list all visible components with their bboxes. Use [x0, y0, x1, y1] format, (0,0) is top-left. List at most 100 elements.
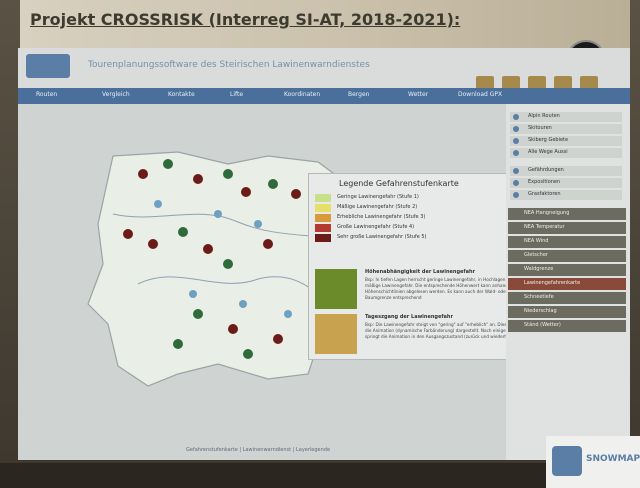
danger-marker[interactable]: [148, 239, 158, 249]
sidebar-button[interactable]: Gletscher: [508, 250, 626, 262]
safe-marker[interactable]: [163, 159, 173, 169]
legend-row: Erhebliche Lawinengefahr (Stufe 3): [315, 214, 535, 223]
safe-marker[interactable]: [178, 227, 188, 237]
nav-item-koordinaten[interactable]: Koordinaten: [284, 91, 320, 98]
sidebar-button-label: Niederschlag: [524, 308, 557, 314]
sidebar-item-label: Expositionen: [528, 179, 561, 185]
sidebar-button-label: NEA Temperatur: [524, 224, 565, 230]
legend-row: Mäßige Lawinengefahr (Stufe 2): [315, 204, 535, 213]
sidebar-item-label: Gefährdungen: [528, 167, 564, 173]
sidebar-button[interactable]: NEA Wind: [508, 236, 626, 248]
layer-icon: [513, 114, 519, 120]
nav-item-routen[interactable]: Routen: [36, 91, 57, 98]
sidebar-item[interactable]: Skiberg Gebiete: [510, 136, 622, 146]
daily-trend-figure: [315, 314, 357, 354]
legend-swatch: [315, 194, 331, 202]
danger-marker[interactable]: [203, 244, 213, 254]
danger-marker[interactable]: [228, 324, 238, 334]
legend-swatch: [315, 234, 331, 242]
layer-icon: [513, 150, 519, 156]
sidebar-button-label: Lawinengefahrenkarte: [524, 280, 581, 286]
sidebar-button-label: NEA Hangneigung: [524, 210, 570, 216]
danger-marker[interactable]: [273, 334, 283, 344]
sidebar-item[interactable]: Grasfaktoren: [510, 190, 622, 200]
sidebar-button[interactable]: Schneetiefe: [508, 292, 626, 304]
info-marker[interactable]: [254, 220, 262, 228]
sidebar-item[interactable]: Alle Wege Aussi: [510, 148, 622, 158]
legend-section-title: Höhenabhängigkeit der Lawinengefahr: [365, 269, 475, 275]
right-sidebar: Alpin Routen Skitouren Skiberg Gebiete A…: [506, 104, 630, 460]
danger-marker[interactable]: [263, 239, 273, 249]
info-marker[interactable]: [239, 300, 247, 308]
sidebar-item-label: Alle Wege Aussi: [528, 149, 568, 155]
nav-item-download-gpx[interactable]: Download GPX: [458, 91, 502, 98]
sidebar-item[interactable]: Expositionen: [510, 178, 622, 188]
danger-marker[interactable]: [123, 229, 133, 239]
legend-title: Legende Gefahrenstufenkarte: [339, 179, 459, 188]
sidebar-item-label: Grasfaktoren: [528, 191, 561, 197]
safe-marker[interactable]: [268, 179, 278, 189]
sidebar-button-label: Waldgrenze: [524, 266, 554, 272]
info-marker[interactable]: [189, 290, 197, 298]
sidebar-item-label: Alpin Routen: [528, 113, 560, 119]
legend-row: Geringe Lawinengefahr (Stufe 1): [315, 194, 535, 203]
safe-marker[interactable]: [173, 339, 183, 349]
app-logo-icon: [26, 54, 70, 78]
layer-icon: [513, 180, 519, 186]
legend-label: Große Lawinengefahr (Stufe 4): [337, 224, 415, 230]
safe-marker[interactable]: [223, 169, 233, 179]
app-header: Tourenplanungssoftware des Steirischen L…: [18, 48, 630, 90]
snowmaps-logo: SNOWMAPS: [546, 436, 640, 488]
safe-marker[interactable]: [193, 309, 203, 319]
map-footer: Gefahrenstufenkarte | Lawinenwarndienst …: [186, 447, 331, 453]
legend-swatch: [315, 224, 331, 232]
sidebar-item[interactable]: Skitouren: [510, 124, 622, 134]
projected-app-screen: Tourenplanungssoftware des Steirischen L…: [18, 48, 640, 488]
nav-item-kontakte[interactable]: Kontakte: [168, 91, 195, 98]
sidebar-button-label: Schneetiefe: [524, 294, 554, 300]
sidebar-button[interactable]: Niederschlag: [508, 306, 626, 318]
legend-swatch: [315, 214, 331, 222]
legend-label: Mäßige Lawinengefahr (Stufe 2): [337, 204, 418, 210]
elevation-figure: [315, 269, 357, 309]
legend-row: Große Lawinengefahr (Stufe 4): [315, 224, 535, 233]
sidebar-button[interactable]: NEA Temperatur: [508, 222, 626, 234]
legend-section-title: Tageszgang der Lawinengefahr: [365, 314, 453, 320]
sidebar-button-label: Ständ (Wetter): [524, 322, 561, 328]
sidebar-item-label: Skiberg Gebiete: [528, 137, 569, 143]
layer-icon: [513, 192, 519, 198]
sidebar-item[interactable]: Gefährdungen: [510, 166, 622, 176]
info-marker[interactable]: [284, 310, 292, 318]
legend-label: Geringe Lawinengefahr (Stufe 1): [337, 194, 419, 200]
nav-item-wetter[interactable]: Wetter: [408, 91, 428, 98]
sidebar-button[interactable]: Waldgrenze: [508, 264, 626, 276]
app-subtitle: Tourenplanungssoftware des Steirischen L…: [88, 60, 370, 70]
sidebar-button-active[interactable]: Lawinengefahrenkarte: [508, 278, 626, 290]
info-marker[interactable]: [154, 200, 162, 208]
sidebar-button-label: NEA Wind: [524, 238, 549, 244]
sidebar-button[interactable]: Ständ (Wetter): [508, 320, 626, 332]
safe-marker[interactable]: [243, 349, 253, 359]
layer-icon: [513, 168, 519, 174]
info-marker[interactable]: [214, 210, 222, 218]
nav-item-bergen[interactable]: Bergen: [348, 91, 369, 98]
nav-item-lifte[interactable]: Lifte: [230, 91, 243, 98]
layer-icon: [513, 126, 519, 132]
danger-marker[interactable]: [241, 187, 251, 197]
legend-row: Sehr große Lawinengefahr (Stufe 5): [315, 234, 535, 243]
presentation-slide: Projekt CROSSRISK (Interreg SI-AT, 2018-…: [0, 0, 640, 488]
safe-marker[interactable]: [223, 259, 233, 269]
sidebar-item[interactable]: Alpin Routen: [510, 112, 622, 122]
layer-icon: [513, 138, 519, 144]
sidebar-button-label: Gletscher: [524, 252, 548, 258]
danger-marker[interactable]: [291, 189, 301, 199]
snowmaps-icon: [552, 446, 582, 476]
legend-swatch: [315, 204, 331, 212]
sidebar-button[interactable]: NEA Hangneigung: [508, 208, 626, 220]
danger-marker[interactable]: [138, 169, 148, 179]
main-navbar: Routen Vergleich Kontakte Lifte Koordina…: [18, 88, 630, 104]
danger-marker[interactable]: [193, 174, 203, 184]
nav-item-vergleich[interactable]: Vergleich: [102, 91, 130, 98]
legend-label: Erhebliche Lawinengefahr (Stufe 3): [337, 214, 426, 220]
slide-title: Projekt CROSSRISK (Interreg SI-AT, 2018-…: [30, 10, 461, 29]
